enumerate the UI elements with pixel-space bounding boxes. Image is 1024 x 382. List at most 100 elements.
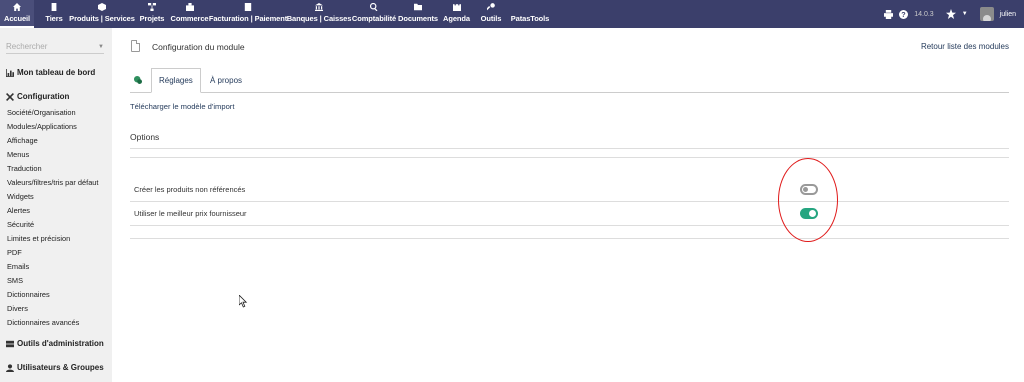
menu-label: Produits | Services [69, 14, 135, 23]
sidebar-item-dictionnaires[interactable]: Dictionnaires [7, 290, 50, 299]
chevron-down-icon: ▼ [98, 43, 104, 50]
user-icon [6, 363, 14, 372]
options-title: Options [130, 132, 160, 142]
cube-icon [98, 3, 106, 11]
sidebar-item-limites[interactable]: Limites et précision [7, 234, 70, 243]
sidebar-item-valeurs[interactable]: Valeurs/filtres/tris par défaut [7, 178, 98, 187]
sidebar-admin-tools[interactable]: Outils d'administration [6, 339, 104, 348]
mouse-cursor-icon [239, 295, 248, 308]
sidebar-item-traduction[interactable]: Traduction [7, 164, 42, 173]
menu-label: PatasTools [510, 14, 550, 23]
menu-item-agenda[interactable]: Agenda [443, 0, 470, 28]
sidebar-users-groups[interactable]: Utilisateurs & Groupes [6, 363, 104, 372]
star-icon[interactable] [945, 9, 956, 19]
bank-icon [315, 3, 323, 11]
menu-item-comptabilite[interactable]: Comptabilité [351, 0, 397, 28]
divider [130, 238, 1009, 239]
tab-bar: Réglages À propos [130, 68, 1009, 93]
menu-item-produits[interactable]: Produits | Services [69, 0, 135, 28]
sidebar-item-alertes[interactable]: Alertes [7, 206, 30, 215]
version-label: 14.0.3 [914, 10, 934, 18]
annotation-circle [778, 158, 838, 242]
sidebar-item-dictionnaires-avances[interactable]: Dictionnaires avancés [7, 318, 79, 327]
menu-label: Commerce [170, 14, 209, 23]
sidebar-item-affichage[interactable]: Affichage [7, 136, 38, 145]
sidebar-item-modules[interactable]: Modules/Applications [7, 122, 77, 131]
top-menu-bar: Accueil Tiers Produits | Services Projet… [0, 0, 1024, 28]
divider [130, 148, 1009, 149]
tab-label: À propos [210, 76, 243, 85]
menu-item-tiers[interactable]: Tiers [40, 0, 68, 28]
download-import-template-link[interactable]: Télécharger le modèle d'import [130, 102, 234, 111]
print-icon[interactable] [884, 9, 894, 19]
option-label: Créer les produits non référencés [134, 185, 246, 194]
chart-icon [6, 68, 14, 77]
folder-icon [414, 3, 422, 11]
sidebar-dashboard-label: Mon tableau de bord [17, 68, 96, 77]
option-label: Utiliser le meilleur prix fournisseur [134, 209, 247, 218]
sidebar-dashboard[interactable]: Mon tableau de bord [6, 68, 95, 77]
sidebar-item-divers[interactable]: Divers [7, 304, 28, 313]
menu-item-patastools[interactable]: PatasTools [510, 0, 550, 28]
suitcase-icon [185, 3, 194, 11]
svg-text:?: ? [902, 10, 906, 19]
user-name[interactable]: julien [1000, 11, 1016, 18]
menu-item-documents[interactable]: Documents [398, 0, 438, 28]
back-to-modules-link[interactable]: Retour liste des modules [921, 42, 1009, 51]
menu-item-accueil[interactable]: Accueil [0, 0, 34, 28]
sidebar-item-emails[interactable]: Emails [7, 262, 29, 271]
menu-item-outils[interactable]: Outils [480, 0, 502, 28]
home-icon [13, 3, 21, 11]
sidebar-item-pdf[interactable]: PDF [7, 248, 22, 257]
menu-item-banques[interactable]: Banques | Caisses [286, 0, 352, 28]
menu-item-facturation[interactable]: Facturation | Paiement [208, 0, 288, 28]
invoice-icon [244, 3, 252, 11]
option-row: Créer les produits non référencés [130, 179, 1009, 201]
divider [130, 201, 1009, 202]
sidebar-item-societe[interactable]: Société/Organisation [7, 108, 76, 117]
menu-item-commerce[interactable]: Commerce [170, 0, 209, 28]
sidebar-item-securite[interactable]: Sécurité [7, 220, 34, 229]
menu-label: Documents [398, 14, 438, 23]
tools-icon [6, 92, 14, 101]
left-sidebar: Rechercher ▼ Mon tableau de bord Configu… [0, 28, 112, 382]
calendar-icon [452, 3, 461, 11]
chevron-down-icon[interactable]: ▼ [962, 11, 968, 17]
divider [130, 225, 1009, 226]
sidebar-configuration-label: Configuration [17, 92, 70, 101]
sidebar-item-widgets[interactable]: Widgets [7, 192, 34, 201]
menu-label: Accueil [4, 14, 30, 23]
sidebar-users-groups-label: Utilisateurs & Groupes [17, 363, 104, 372]
search-placeholder: Rechercher [6, 42, 48, 51]
sidebar-configuration[interactable]: Configuration [6, 92, 69, 101]
menu-label: Banques | Caisses [286, 14, 352, 23]
menu-label: Tiers [45, 14, 63, 23]
menu-label: Facturation | Paiement [208, 14, 288, 23]
wrench-icon [487, 3, 495, 11]
menu-label: Agenda [443, 14, 470, 23]
top-right-tools: ? 14.0.3 ▼ julien [884, 0, 1024, 28]
main-content: Configuration du module Retour liste des… [112, 28, 1024, 382]
divider [130, 157, 1009, 158]
sidebar-admin-tools-label: Outils d'administration [17, 339, 104, 348]
sidebar-item-menus[interactable]: Menus [7, 150, 29, 159]
sitemap-icon [148, 3, 156, 11]
search-select[interactable]: Rechercher ▼ [6, 40, 104, 54]
search-dollar-icon [370, 3, 378, 11]
sidebar-item-sms[interactable]: SMS [7, 276, 23, 285]
avatar[interactable] [979, 7, 994, 21]
option-row: Utiliser le meilleur prix fournisseur [130, 203, 1009, 225]
tab-reglages[interactable]: Réglages [151, 68, 201, 93]
file-icon [131, 40, 140, 52]
tab-label: Réglages [159, 76, 193, 85]
help-icon[interactable]: ? [899, 9, 909, 19]
menu-label: Outils [480, 14, 502, 23]
page-title: Configuration du module [152, 42, 245, 52]
menu-item-projets[interactable]: Projets [139, 0, 165, 28]
building-icon [50, 3, 58, 11]
menu-label: Comptabilité [351, 14, 397, 23]
server-icon [6, 340, 14, 347]
menu-label: Projets [139, 14, 165, 23]
tab-a-propos[interactable]: À propos [210, 68, 242, 93]
module-icon [134, 76, 142, 84]
